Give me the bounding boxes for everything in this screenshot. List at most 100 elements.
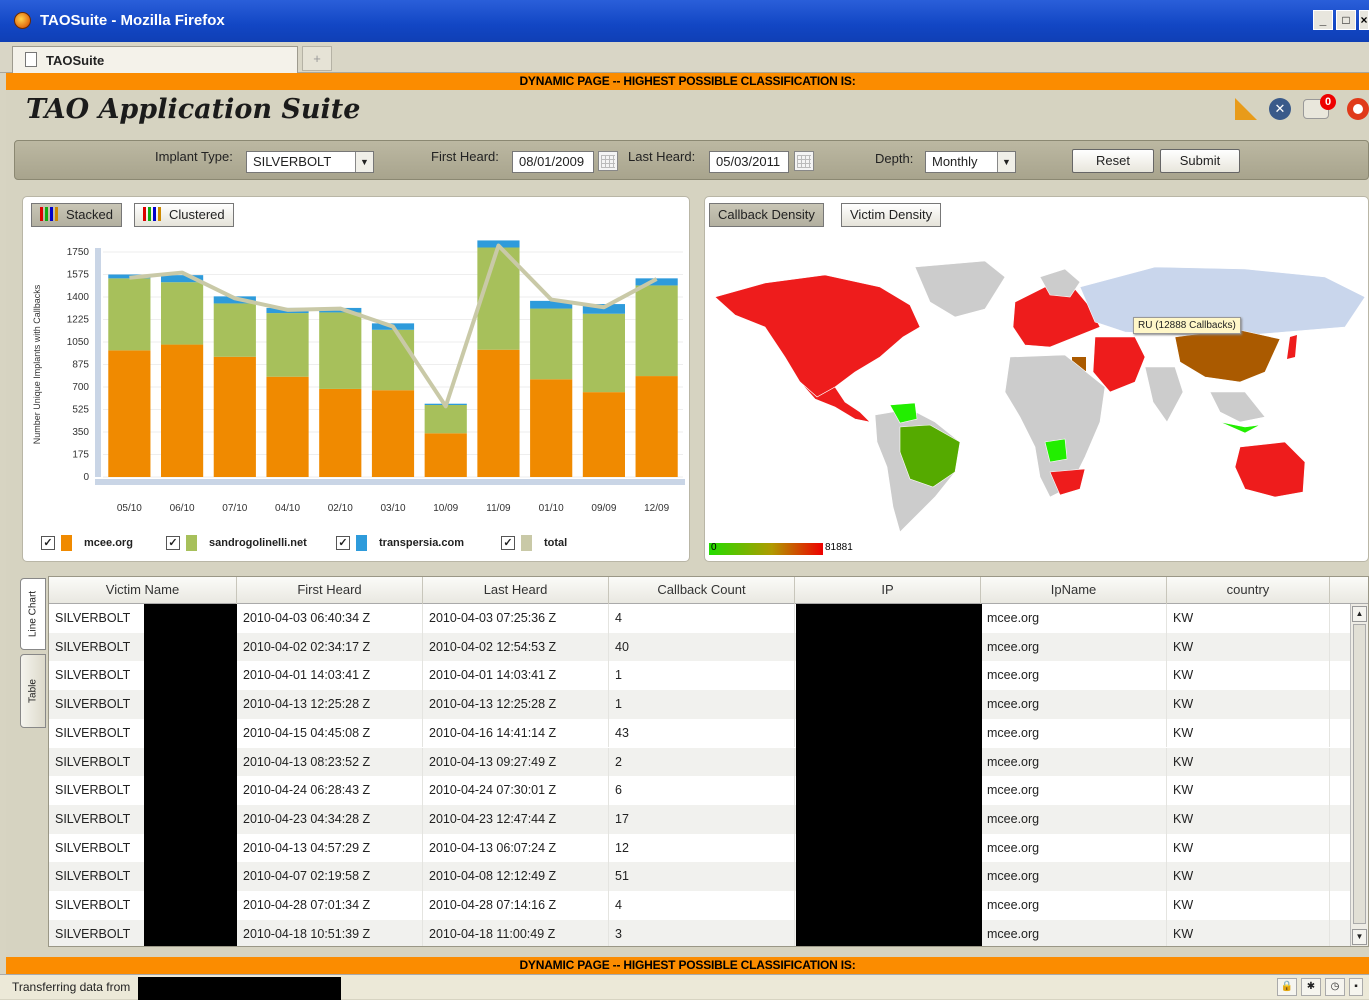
table-cell: mcee.org bbox=[981, 891, 1167, 920]
table-cell: 1 bbox=[609, 661, 795, 691]
help-icon[interactable] bbox=[1347, 98, 1369, 120]
reset-button[interactable]: Reset bbox=[1072, 149, 1154, 173]
status-bar: Transferring data from 🔒 ✱ ◷ ▪ bbox=[0, 974, 1369, 1000]
map-japan bbox=[1287, 335, 1297, 359]
first-heard-input[interactable]: 08/01/2009 bbox=[512, 151, 594, 173]
table-row[interactable]: SILVERBOLT 2010-04-24 06:28:43 Z 2010-04-2… bbox=[49, 776, 1350, 805]
table-row[interactable]: SILVERBOLT 2010-04-01 14:03:41 Z 2010-04-0… bbox=[49, 661, 1350, 691]
last-heard-input[interactable]: 05/03/2011 bbox=[709, 151, 789, 173]
table-cell: 51 bbox=[609, 862, 795, 891]
bar-segment bbox=[319, 312, 362, 389]
messages-icon[interactable]: 0 bbox=[1303, 94, 1336, 119]
rss-icon[interactable]: ▪ bbox=[1349, 978, 1363, 996]
table-row[interactable]: SILVERBOLT 2010-04-18 10:51:39 Z 2010-04-1… bbox=[49, 919, 1350, 946]
minimize-button[interactable]: _ bbox=[1313, 10, 1333, 30]
y-tick-label: 525 bbox=[72, 405, 89, 416]
app-container: TAO Application Suite ✕ 0 Implant Type: … bbox=[6, 90, 1369, 957]
y-tick-label: 1750 bbox=[67, 247, 90, 258]
addon-icon[interactable]: ✱ bbox=[1301, 978, 1321, 996]
submit-button[interactable]: Submit bbox=[1160, 149, 1240, 173]
scroll-down-icon[interactable]: ▼ bbox=[1352, 929, 1367, 945]
map-indonesia bbox=[1219, 421, 1261, 434]
table-cell: KW bbox=[1167, 776, 1330, 805]
browser-tab[interactable]: TAOSuite bbox=[12, 46, 298, 73]
column-header[interactable]: Victim Name bbox=[49, 577, 237, 604]
table-cell: 2010-04-01 14:03:41 Z bbox=[237, 661, 423, 691]
bar-segment bbox=[108, 278, 151, 351]
legend-item[interactable]: ✓ sandrogolinelli.net bbox=[166, 535, 307, 551]
tab-table[interactable]: Table bbox=[20, 654, 46, 728]
implant-type-select[interactable]: SILVERBOLT ▼ bbox=[246, 151, 374, 173]
table-cell: KW bbox=[1167, 891, 1330, 920]
table-body: SILVERBOLT 2010-04-03 06:40:34 Z 2010-04-0… bbox=[49, 604, 1350, 946]
depth-select[interactable]: Monthly ▼ bbox=[925, 151, 1016, 173]
window-title: TAOSuite - Mozilla Firefox bbox=[40, 12, 225, 29]
page-icon bbox=[25, 52, 37, 67]
legend-checkbox[interactable]: ✓ bbox=[166, 536, 180, 550]
chevron-down-icon[interactable]: ▼ bbox=[355, 152, 373, 172]
column-header[interactable]: Callback Count bbox=[609, 577, 795, 604]
table-row[interactable]: SILVERBOLT 2010-04-28 07:01:34 Z 2010-04-2… bbox=[49, 891, 1350, 920]
table-row[interactable]: SILVERBOLT 2010-04-13 04:57:29 Z 2010-04-1… bbox=[49, 833, 1350, 863]
table-cell: mcee.org bbox=[981, 718, 1167, 748]
legend-checkbox[interactable]: ✓ bbox=[501, 536, 515, 550]
maximize-button[interactable]: □ bbox=[1336, 10, 1356, 30]
column-header[interactable]: Last Heard bbox=[423, 577, 609, 604]
new-tab-button[interactable]: + bbox=[302, 46, 332, 71]
table-row[interactable]: SILVERBOLT 2010-04-15 04:45:08 Z 2010-04-1… bbox=[49, 718, 1350, 748]
table-cell: 2010-04-07 02:19:58 Z bbox=[237, 862, 423, 891]
y-tick-label: 1050 bbox=[67, 337, 90, 348]
x-tick-label: 02/10 bbox=[328, 503, 353, 514]
x-tick-label: 10/09 bbox=[433, 503, 458, 514]
table-row[interactable]: SILVERBOLT 2010-04-02 02:34:17 Z 2010-04-0… bbox=[49, 632, 1350, 662]
tools-icon[interactable]: ✕ bbox=[1269, 98, 1291, 120]
legend-checkbox[interactable]: ✓ bbox=[41, 536, 55, 550]
table-scrollbar[interactable]: ▲ ▼ bbox=[1350, 604, 1368, 946]
legend-item[interactable]: ✓ mcee.org bbox=[41, 535, 133, 551]
column-header[interactable]: First Heard bbox=[237, 577, 423, 604]
table-row[interactable]: SILVERBOLT 2010-04-13 12:25:28 Z 2010-04-1… bbox=[49, 690, 1350, 719]
bar-segment bbox=[319, 388, 362, 477]
ruler-icon[interactable] bbox=[1235, 98, 1257, 120]
scroll-up-icon[interactable]: ▲ bbox=[1352, 606, 1367, 622]
table-row[interactable]: SILVERBOLT 2010-04-07 02:19:58 Z 2010-04-0… bbox=[49, 862, 1350, 891]
x-tick-label: 06/10 bbox=[170, 503, 195, 514]
legend-item[interactable]: ✓ total bbox=[501, 535, 567, 551]
table-cell: mcee.org bbox=[981, 690, 1167, 719]
table-cell: mcee.org bbox=[981, 604, 1167, 633]
table-cell: 2010-04-16 14:41:14 Z bbox=[423, 718, 609, 748]
chevron-down-icon[interactable]: ▼ bbox=[997, 152, 1015, 172]
table-cell: mcee.org bbox=[981, 632, 1167, 662]
table-row[interactable]: SILVERBOLT 2010-04-13 08:23:52 Z 2010-04-1… bbox=[49, 747, 1350, 777]
tab-line-chart[interactable]: Line Chart bbox=[20, 578, 46, 650]
column-header[interactable]: IP bbox=[795, 577, 981, 604]
column-header[interactable]: IpName bbox=[981, 577, 1167, 604]
lock-icon[interactable]: 🔒 bbox=[1277, 978, 1297, 996]
table-cell: KW bbox=[1167, 833, 1330, 863]
browser-tabbar: TAOSuite + bbox=[0, 42, 1369, 73]
column-header[interactable]: country bbox=[1167, 577, 1330, 604]
table-row[interactable]: SILVERBOLT 2010-04-03 06:40:34 Z 2010-04-0… bbox=[49, 604, 1350, 633]
calendar-icon[interactable] bbox=[598, 151, 618, 171]
legend-checkbox[interactable]: ✓ bbox=[336, 536, 350, 550]
calendar-icon[interactable] bbox=[794, 151, 814, 171]
table-cell: KW bbox=[1167, 747, 1330, 777]
bar-segment bbox=[371, 329, 415, 391]
table-cell: 4 bbox=[609, 604, 795, 633]
x-tick-label: 04/10 bbox=[275, 503, 300, 514]
scale-min: 0 bbox=[711, 542, 717, 553]
scroll-thumb[interactable] bbox=[1353, 624, 1366, 924]
table-cell: mcee.org bbox=[981, 919, 1167, 946]
window-controls: _ □ × bbox=[1313, 10, 1369, 30]
table-cell: 4 bbox=[609, 891, 795, 920]
table-cell: 2010-04-28 07:01:34 Z bbox=[237, 891, 423, 920]
chart-panel: Stacked Clustered Number Unique Implants… bbox=[22, 196, 690, 562]
close-button[interactable]: × bbox=[1359, 10, 1369, 30]
implant-type-label: Implant Type: bbox=[155, 149, 233, 164]
legend-item[interactable]: ✓ transpersia.com bbox=[336, 535, 464, 551]
bar-segment bbox=[161, 344, 204, 477]
y-tick-label: 1575 bbox=[67, 270, 90, 281]
clock-icon[interactable]: ◷ bbox=[1325, 978, 1345, 996]
table-row[interactable]: SILVERBOLT 2010-04-23 04:34:28 Z 2010-04-2… bbox=[49, 804, 1350, 834]
legend-swatch bbox=[61, 535, 72, 551]
